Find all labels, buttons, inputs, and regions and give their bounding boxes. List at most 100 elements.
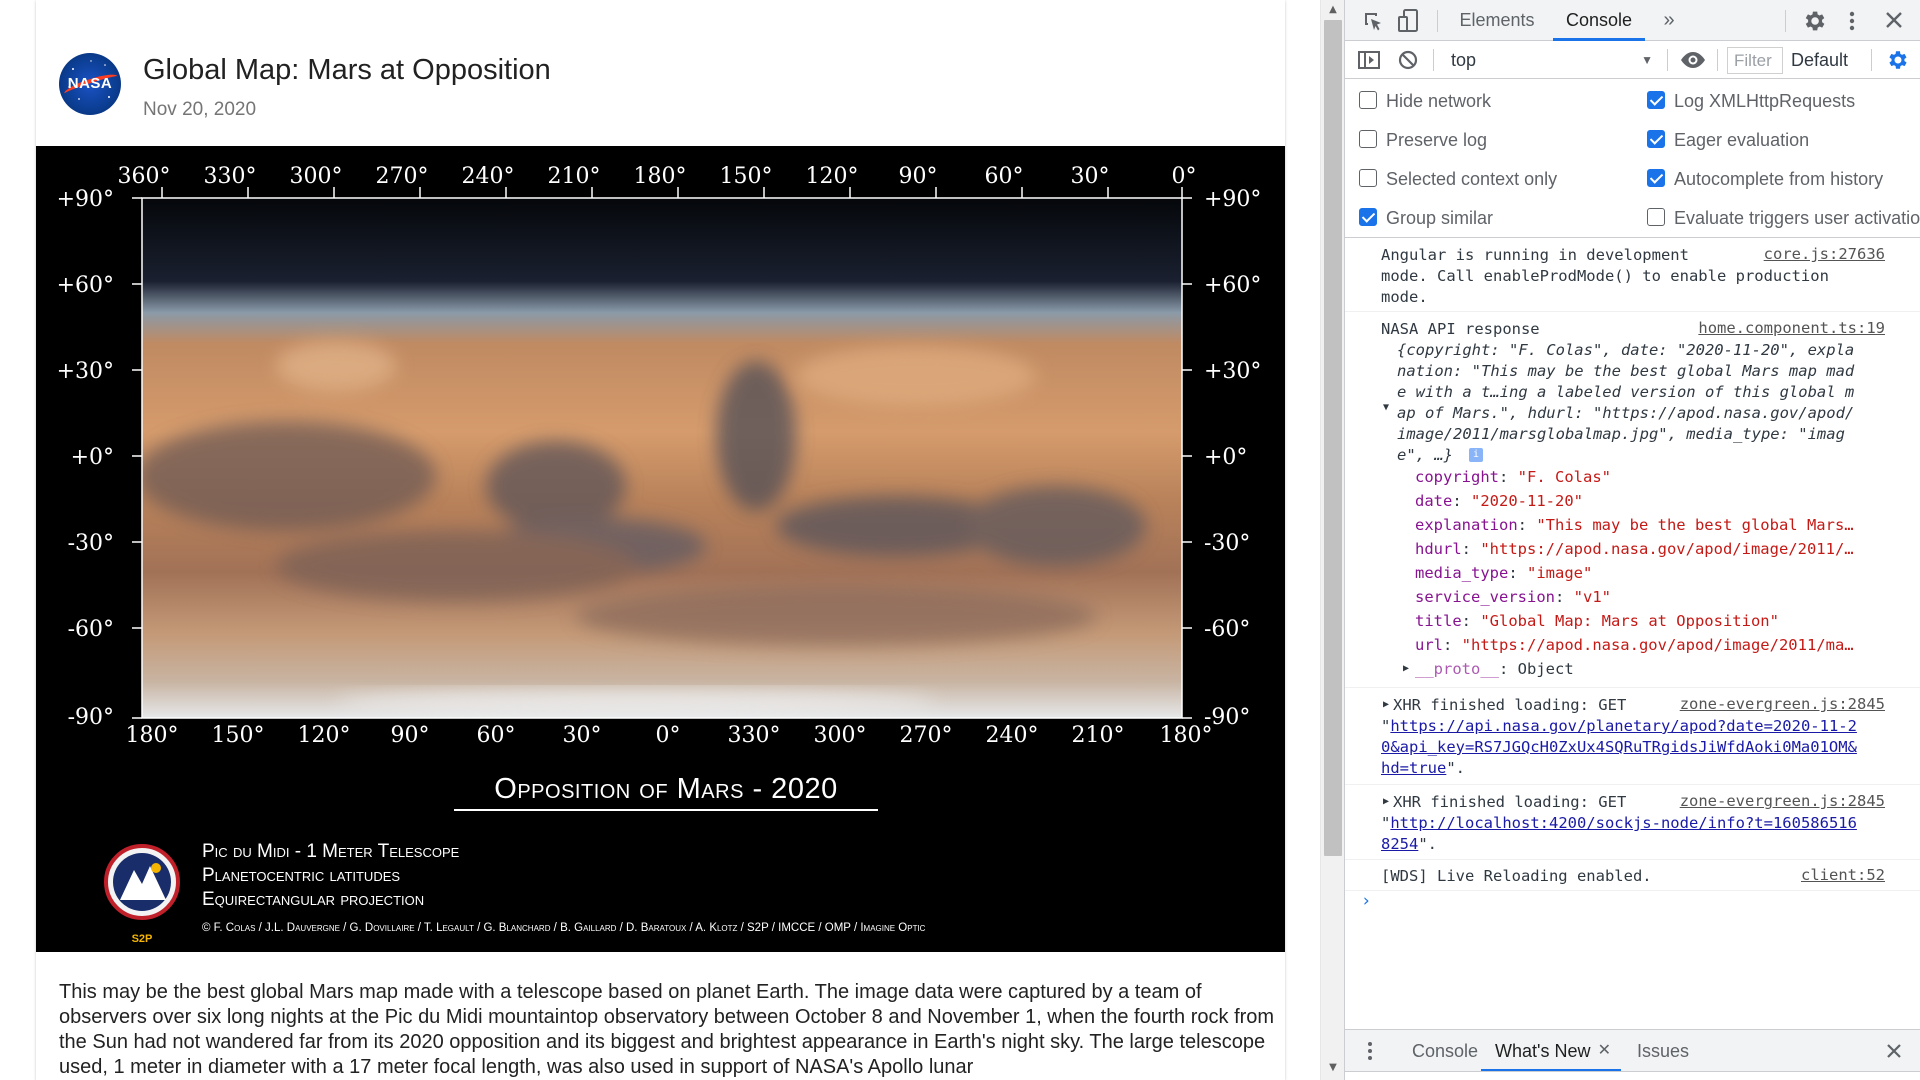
nasa-logo: NASA [59,53,121,115]
message-url[interactable]: "http://localhost:4200/sockjs-node/info?… [1381,813,1857,834]
console-message: Angular is running in development mode. … [1345,239,1920,312]
inspect-element-icon[interactable] [1361,9,1385,33]
message-text: Angular is running in development [1381,246,1689,264]
object-preview[interactable]: nation: "This may be the best global Mar… [1397,361,1854,382]
object-preview[interactable]: ap of Mars.", hdurl: "https://apod.nasa.… [1397,403,1854,424]
console-toolbar: top ▼ Filter Default [1345,41,1920,79]
apod-card: NASA Global Map: Mars at Opposition Nov … [36,0,1285,1080]
close-drawer-icon[interactable] [1885,1042,1903,1060]
mars-map-svg: 360° 330° 300° 270° 240° 210° 180° 150° … [57,164,1262,945]
message-source-link[interactable]: client:52 [1801,866,1885,884]
url-link[interactable]: 0&api_key=RS7JGQcH0ZxUx4SQRuTRgidsJiWfdA… [1381,738,1857,756]
url-link[interactable]: hd=true [1381,759,1446,777]
log-levels-dropdown[interactable]: Default [1791,41,1848,79]
scroll-down-icon[interactable]: ▼ [1321,1058,1345,1078]
show-sidebar-icon[interactable] [1357,49,1381,71]
expand-triangle-icon[interactable]: ▶ [1383,699,1389,710]
object-preview[interactable]: {copyright: "F. Colas", date: "2020-11-2… [1397,340,1854,361]
object-preview[interactable]: e", …} [1397,445,1453,466]
checkbox[interactable] [1359,91,1377,109]
message-url[interactable]: 8254". [1381,834,1437,855]
lon-label: 60° [985,164,1024,189]
drawer-menu-icon[interactable] [1365,1040,1375,1062]
live-expression-eye-icon[interactable] [1679,49,1707,71]
message-text: [WDS] Live Reloading enabled. [1381,867,1652,885]
property-value: "This may be the best global Mars… [1536,516,1854,534]
close-devtools-icon[interactable] [1883,9,1905,31]
console-filter-input[interactable]: Filter [1727,47,1783,74]
console-prompt-icon[interactable]: › [1361,891,1371,911]
close-tab-icon[interactable]: ✕ [1598,1030,1611,1072]
checkbox-checked[interactable] [1359,208,1377,226]
clear-console-icon[interactable] [1397,49,1419,71]
lat-label: -30° [1204,531,1250,556]
tab-elements[interactable]: Elements [1457,0,1537,41]
logo-text: NASA [67,75,113,92]
url-link[interactable]: https://api.nasa.gov/planetary/apod?date… [1390,717,1857,735]
toolbar-divider [1437,10,1438,32]
checkbox-checked[interactable] [1647,91,1665,109]
drawer-content [1345,1071,1920,1080]
lon-label: 240° [462,164,515,189]
checkbox[interactable] [1359,169,1377,187]
lat-label: -60° [68,617,114,642]
lat-label: +30° [1204,359,1261,384]
message-source-link[interactable]: core.js:27636 [1764,245,1885,263]
property-value: "F. Colas" [1517,468,1611,486]
checkbox-checked[interactable] [1647,169,1665,187]
console-settings-gear-icon[interactable] [1885,48,1909,72]
caption-credits: © F. Colas / J.L. Dauvergne / G. Dovilla… [202,922,926,934]
object-property: hdurl: "https://apod.nasa.gov/apod/image… [1415,540,1854,558]
lat-label: +0° [1204,445,1247,470]
object-preview[interactable]: image/2011/marsglobalmap.jpg", media_typ… [1397,424,1845,445]
map-banner-title: Opposition of Mars - 2020 [494,773,837,805]
expand-triangle-icon[interactable]: ▶ [1383,796,1389,807]
mars-map-image[interactable]: 360° 330° 300° 270° 240° 210° 180° 150° … [36,146,1285,952]
scrollbar-thumb[interactable] [1324,20,1342,856]
checkbox-checked[interactable] [1647,130,1665,148]
message-text: XHR finished loading: GET [1393,696,1627,714]
property-key: url [1415,636,1443,654]
checkbox[interactable] [1647,208,1665,226]
message-text: mode. [1381,288,1428,306]
setting-label: Group similar [1386,208,1494,228]
device-toolbar-icon[interactable] [1397,8,1421,34]
drawer-tab-whats-new[interactable]: What's New ✕ [1481,1030,1621,1072]
lat-label: +90° [57,187,114,212]
message-source-link[interactable]: zone-evergreen.js:2845 [1680,695,1885,713]
toolbar-divider [1717,49,1718,71]
tab-console[interactable]: Console [1553,0,1645,41]
object-preview[interactable]: e with a t…ing a labeled version of this… [1397,382,1854,403]
more-tabs-icon[interactable]: » [1657,0,1681,41]
collapse-triangle-icon[interactable]: ▼ [1383,402,1389,413]
context-selector[interactable]: top ▼ [1451,41,1661,79]
lon-label: 330° [204,164,257,189]
drawer-tab-issues[interactable]: Issues [1631,1030,1695,1072]
console-message: NASA API response home.component.ts:19 ▼… [1345,313,1920,688]
message-url[interactable]: hd=true". [1381,758,1465,779]
message-url[interactable]: 0&api_key=RS7JGQcH0ZxUx4SQRuTRgidsJiWfdA… [1381,737,1857,758]
page-title: Global Map: Mars at Opposition [143,54,551,86]
lon-label: 150° [212,723,265,748]
object-property: url: "https://apod.nasa.gov/apod/image/2… [1415,636,1854,654]
console-message: ▶ XHR finished loading: GET zone-evergre… [1345,786,1920,860]
message-url[interactable]: "https://api.nasa.gov/planetary/apod?dat… [1381,716,1857,737]
lon-label: 240° [986,723,1039,748]
lon-label: 0° [1172,164,1197,189]
checkbox[interactable] [1359,130,1377,148]
info-icon[interactable]: i [1469,448,1483,462]
page-scrollbar[interactable]: ▲ ▼ [1320,0,1344,1080]
drawer-tab-console[interactable]: Console [1403,1030,1487,1072]
object-property: service_version: "v1" [1415,588,1611,606]
object-property[interactable]: __proto__: Object [1415,659,1574,680]
scroll-up-icon[interactable]: ▲ [1321,0,1345,20]
url-link[interactable]: http://localhost:4200/sockjs-node/info?t… [1390,814,1857,832]
expand-triangle-icon[interactable]: ▶ [1403,663,1409,674]
more-options-icon[interactable] [1845,8,1859,34]
message-source-link[interactable]: zone-evergreen.js:2845 [1680,792,1885,810]
map-surface [142,198,1182,718]
url-link[interactable]: 8254 [1381,835,1418,853]
object-property: explanation: "This may be the best globa… [1415,516,1854,534]
message-source-link[interactable]: home.component.ts:19 [1698,319,1885,337]
settings-gear-icon[interactable] [1801,8,1827,34]
